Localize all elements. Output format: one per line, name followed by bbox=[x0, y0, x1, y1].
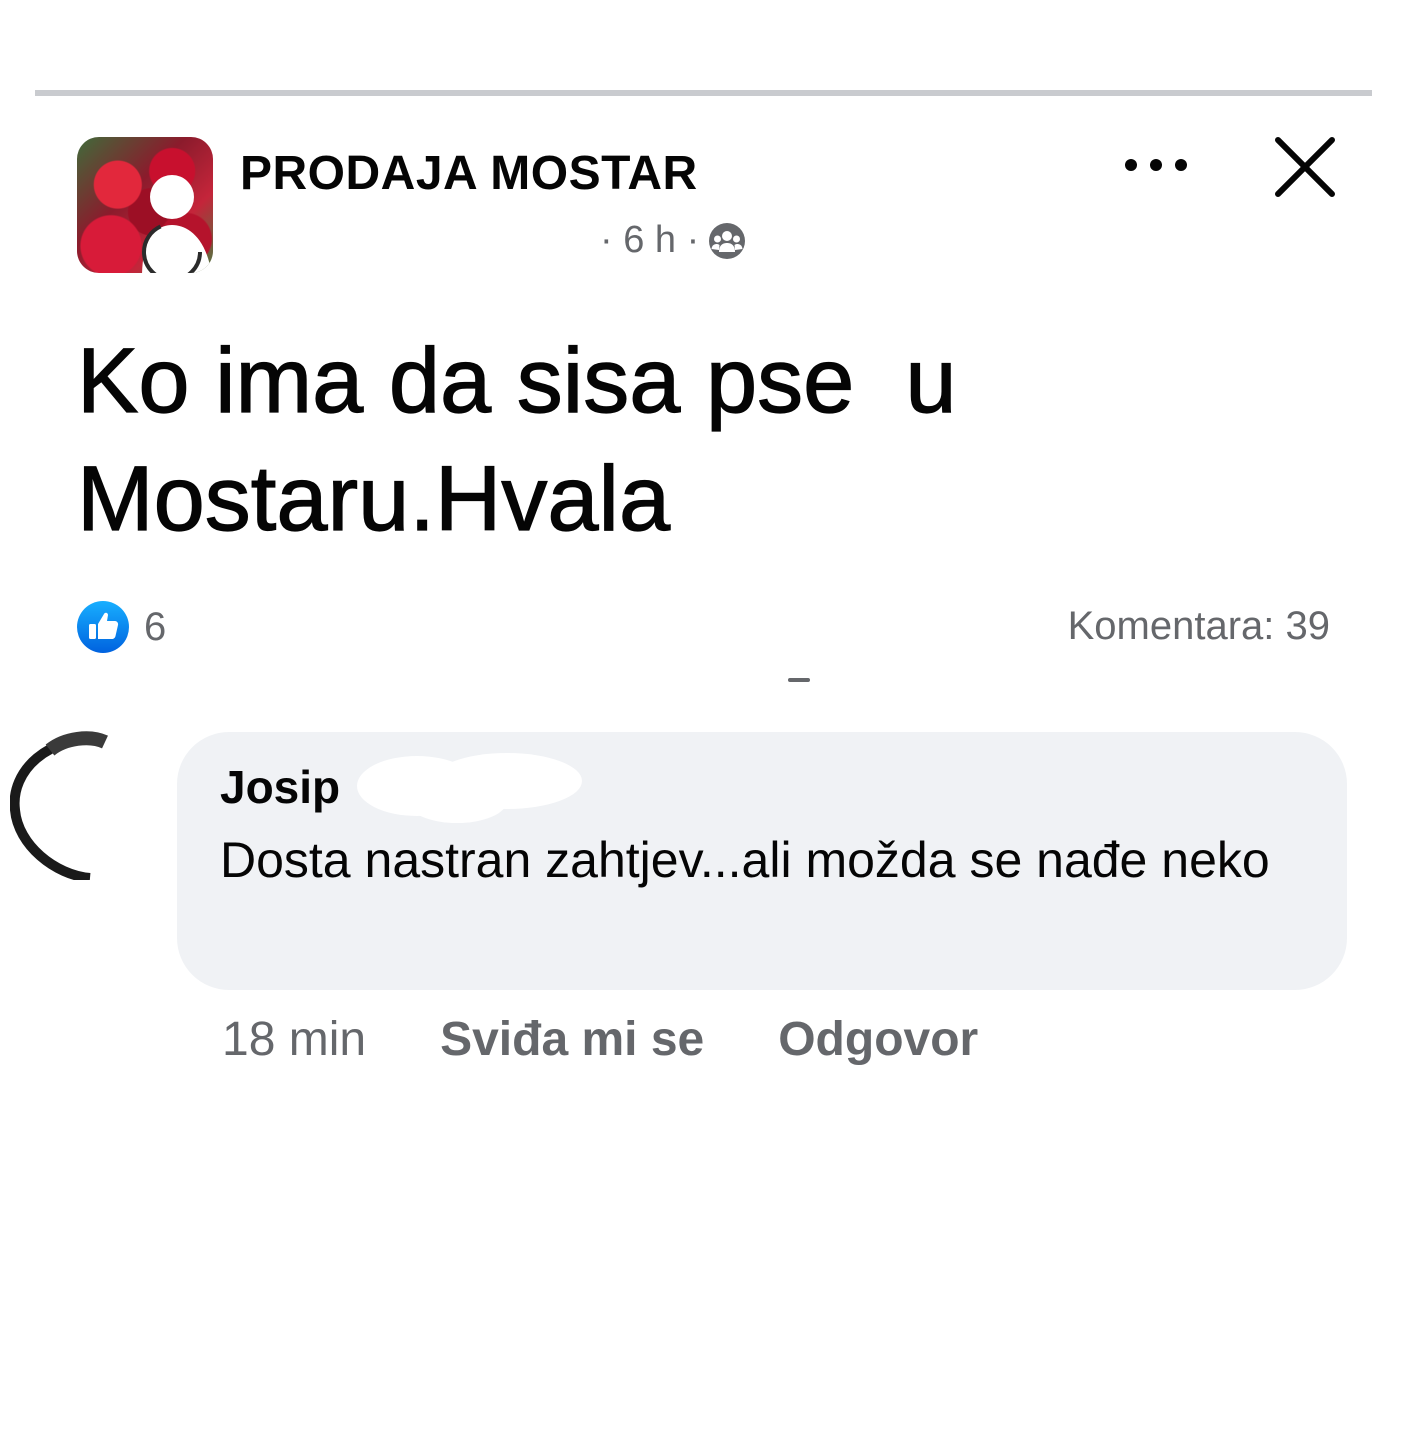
like-count: 6 bbox=[144, 604, 167, 649]
reactions-summary[interactable]: 6 bbox=[76, 600, 166, 654]
post-text: Ko ima da sisa pse u Mostaru.Hvala bbox=[76, 322, 1077, 558]
group-name[interactable]: PRODAJA MOSTAR bbox=[240, 146, 698, 201]
author-name-redacted bbox=[240, 225, 600, 259]
top-divider bbox=[35, 90, 1372, 96]
divider-mark bbox=[788, 678, 810, 682]
group-members-icon bbox=[707, 221, 747, 261]
comment-like-button[interactable]: Sviđa mi se bbox=[440, 1012, 704, 1067]
post-text-line: Ko ima da sisa pse u bbox=[76, 329, 957, 432]
post-time[interactable]: · 6 h · bbox=[600, 219, 699, 262]
post-text-line: Mostaru.Hvala bbox=[76, 447, 671, 550]
post-meta: · 6 h · bbox=[600, 219, 747, 262]
comment-actions: 18 min Sviđa mi se Odgovor bbox=[222, 1012, 978, 1067]
commenter-name[interactable]: Josip bbox=[220, 760, 340, 814]
comment-time[interactable]: 18 min bbox=[222, 1012, 366, 1067]
like-icon bbox=[76, 600, 130, 654]
close-button[interactable] bbox=[1270, 132, 1340, 202]
close-icon bbox=[1275, 137, 1335, 197]
commenter-surname-redacted bbox=[357, 753, 582, 823]
comment-reply-button[interactable]: Odgovor bbox=[778, 1012, 978, 1067]
more-options-button[interactable] bbox=[1118, 145, 1194, 185]
comments-count[interactable]: Komentara: 39 bbox=[1068, 604, 1330, 649]
comment-bubble: Josip Dosta nastran zahtjev...ali možda … bbox=[177, 732, 1347, 990]
author-avatar-cutout bbox=[142, 175, 212, 273]
commenter-avatar[interactable] bbox=[10, 730, 160, 880]
more-dots-icon bbox=[1125, 159, 1187, 171]
group-avatar[interactable] bbox=[77, 137, 213, 273]
comment-text: Dosta nastran zahtjev...ali možda se nađ… bbox=[220, 832, 1270, 888]
